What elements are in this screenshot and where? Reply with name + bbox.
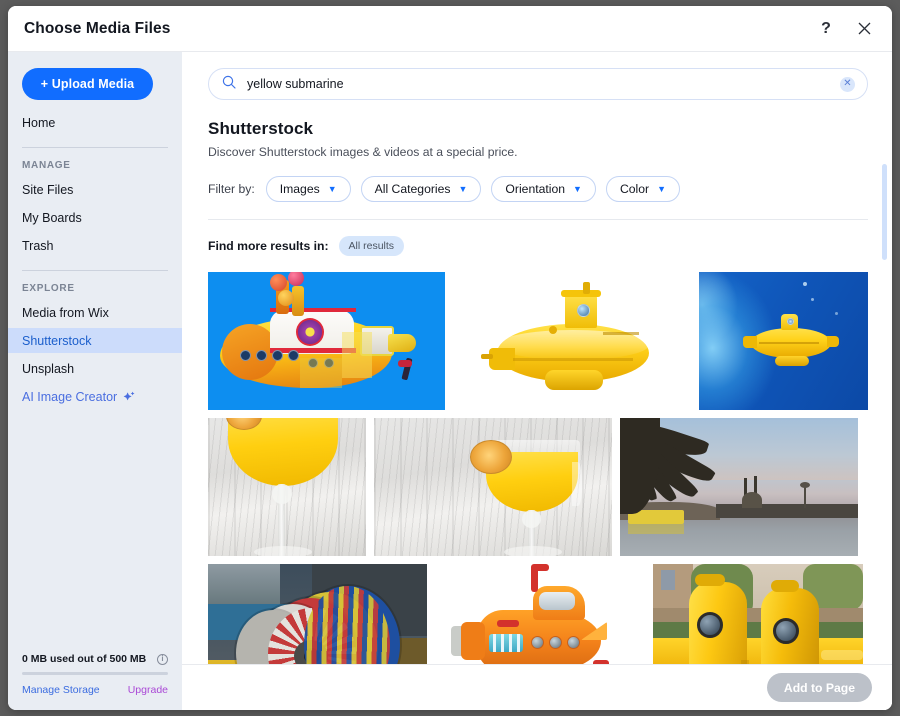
results-grid (208, 272, 868, 664)
sidebar-item-label: My Boards (22, 210, 82, 225)
sidebar-section-explore: EXPLORE (22, 283, 75, 294)
manage-storage-link[interactable]: Manage Storage (22, 684, 100, 696)
result-palm-tree-harbor-sunset[interactable] (620, 418, 858, 556)
storage-links: Manage Storage Upgrade (22, 684, 168, 696)
dialog-title-bar: Choose Media Files ? (8, 6, 892, 52)
search-input[interactable] (245, 76, 831, 92)
all-results-pill[interactable]: All results (338, 236, 405, 256)
storage-usage-text: 0 MB used out of 500 MB (22, 653, 147, 665)
result-cable-reel-dock[interactable] (208, 564, 427, 664)
filter-bar: Filter by: Images ▼ All Categories ▼ Ori… (208, 176, 868, 202)
close-icon[interactable] (854, 19, 874, 39)
info-icon[interactable]: i (157, 653, 168, 665)
add-to-page-button[interactable]: Add to Page (766, 673, 872, 702)
sidebar-section-manage: MANAGE (22, 160, 71, 171)
sidebar-item-media-from-wix[interactable]: Media from Wix (8, 300, 182, 325)
storage-progress-bar (22, 672, 168, 675)
filter-chip-label: Color (619, 182, 650, 196)
sidebar-item-home[interactable]: Home (8, 110, 182, 135)
dialog-footer: Add to Page (182, 664, 892, 710)
dialog-body: + Upload Media Home MANAGE Site Files My… (8, 52, 892, 710)
results-row (208, 418, 868, 556)
result-orange-toy-submarine[interactable] (435, 564, 645, 664)
upgrade-link[interactable]: Upgrade (128, 684, 168, 696)
upload-area: + Upload Media (8, 52, 182, 110)
sidebar-item-label: Site Files (22, 182, 74, 197)
chevron-down-icon: ▼ (458, 183, 468, 194)
upload-media-button[interactable]: + Upload Media (22, 68, 153, 100)
sidebar-item-label: Home (22, 115, 56, 130)
storage-panel: 0 MB used out of 500 MB i Manage Storage… (8, 643, 182, 710)
sidebar-divider (22, 147, 168, 148)
search-bar[interactable]: ✕ (208, 68, 868, 100)
result-underwater-yellow-submarine[interactable] (698, 272, 868, 410)
sidebar: + Upload Media Home MANAGE Site Files My… (8, 52, 182, 710)
sidebar-item-shutterstock[interactable]: Shutterstock (8, 328, 182, 353)
sidebar-divider (22, 270, 168, 271)
sidebar-item-my-boards[interactable]: My Boards (8, 205, 182, 230)
filter-chip-orientation[interactable]: Orientation ▼ (491, 176, 596, 202)
result-yellow-cocktail-glass-closeup[interactable] (208, 418, 366, 556)
sidebar-item-site-files[interactable]: Site Files (8, 177, 182, 202)
sidebar-item-label: Media from Wix (22, 305, 109, 320)
search-icon (222, 75, 236, 94)
sidebar-item-trash[interactable]: Trash (8, 233, 182, 258)
filter-chip-label: Orientation (505, 182, 566, 196)
filter-chip-images[interactable]: Images ▼ (265, 176, 351, 202)
sparkle-icon (123, 391, 135, 403)
provider-title: Shutterstock (208, 119, 314, 138)
provider-subtitle: Discover Shutterstock images & videos at… (208, 145, 518, 159)
filter-by-label: Filter by: (208, 182, 255, 196)
title-bar-actions: ? (816, 19, 874, 39)
results-row (208, 564, 868, 664)
clear-search-icon[interactable]: ✕ (840, 76, 855, 92)
result-blue-background-cartoon-submarine[interactable] (208, 272, 446, 410)
results-scroll-area: ✕ Shutterstock Discover Shutterstock ima… (182, 52, 892, 664)
sidebar-item-label: Unsplash (22, 361, 75, 376)
sidebar-item-label: Shutterstock (22, 333, 92, 348)
filter-chip-label: All Categories (374, 182, 451, 196)
page-title: Choose Media Files (24, 19, 171, 37)
result-yellow-cocktail-glass-orange-slice[interactable] (374, 418, 612, 556)
sidebar-item-ai-image-creator[interactable]: AI Image Creator (8, 384, 182, 409)
chevron-down-icon: ▼ (327, 183, 337, 194)
find-more-results-row: Find more results in: All results (208, 236, 868, 256)
storage-usage-row: 0 MB used out of 500 MB i (22, 653, 168, 665)
find-more-label: Find more results in: (208, 239, 329, 253)
main-content: ✕ Shutterstock Discover Shutterstock ima… (182, 52, 892, 710)
sidebar-item-label: AI Image Creator (22, 389, 118, 404)
result-yellow-submarine-conning-towers[interactable] (653, 564, 863, 664)
help-icon[interactable]: ? (816, 19, 836, 39)
filter-divider (208, 219, 868, 220)
results-row (208, 272, 868, 410)
sidebar-nav: Home MANAGE Site Files My Boards Trash E… (8, 110, 182, 643)
chevron-down-icon: ▼ (657, 183, 667, 194)
sidebar-item-label: Trash (22, 238, 54, 253)
filter-chip-all-categories[interactable]: All Categories ▼ (360, 176, 482, 202)
sidebar-item-unsplash[interactable]: Unsplash (8, 356, 182, 381)
media-manager-dialog: Choose Media Files ? + Upload Media Home… (8, 6, 892, 710)
filter-chip-label: Images (279, 182, 320, 196)
result-white-background-yellow-submarine[interactable] (453, 272, 691, 410)
chevron-down-icon: ▼ (573, 183, 582, 194)
vertical-scrollbar[interactable] (882, 164, 887, 260)
filter-chip-color[interactable]: Color ▼ (605, 176, 681, 202)
